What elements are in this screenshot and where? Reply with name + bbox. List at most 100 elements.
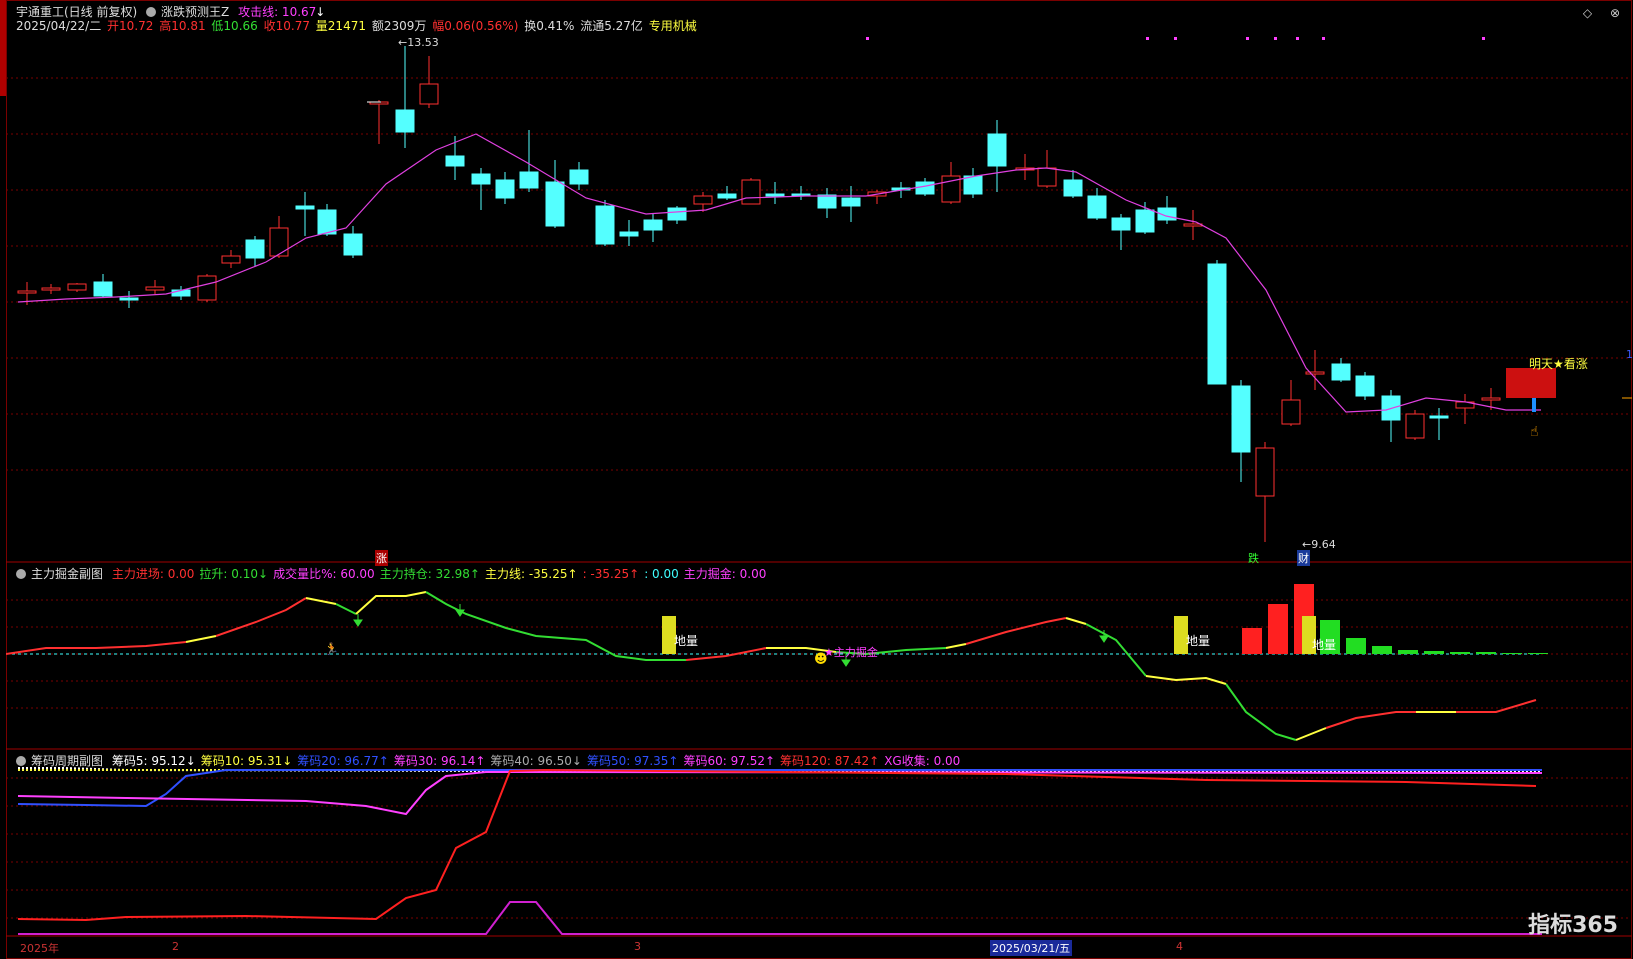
fall-signal-mark: 跌 bbox=[1248, 552, 1259, 565]
main-force-line-seg-5 bbox=[355, 591, 427, 615]
main-force-line-seg-0 bbox=[6, 641, 187, 655]
candle-body-43 bbox=[1087, 195, 1107, 219]
x-axis-label-apr: 4 bbox=[1176, 940, 1183, 953]
candle-body-42 bbox=[1063, 179, 1083, 197]
candle-body-20 bbox=[519, 171, 539, 189]
main-force-line-seg-6 bbox=[425, 591, 686, 661]
down-arrow-icon-0 bbox=[353, 614, 363, 627]
gear-icon[interactable] bbox=[146, 7, 157, 17]
candle-body-15 bbox=[395, 109, 415, 133]
candle-body-9 bbox=[245, 239, 265, 259]
panel3-title[interactable]: 筹码周期副图 bbox=[31, 754, 103, 768]
candle-body-57 bbox=[1429, 415, 1449, 419]
main-force-line-seg-2 bbox=[215, 597, 307, 637]
candle-body-5 bbox=[145, 286, 165, 291]
panel2-value-1: 拉升: 0.10↓ bbox=[199, 567, 269, 581]
down-arrow-icon-1 bbox=[455, 604, 465, 617]
candle-body-45 bbox=[1135, 209, 1155, 233]
candle-body-30 bbox=[765, 193, 785, 197]
panel2-header: 主力掘金副图 主力进场: 0.00 拉升: 0.10↓ 成交量比%: 60.00 主力… bbox=[16, 567, 776, 581]
volume-bar-8 bbox=[1450, 652, 1470, 654]
candle-body-21 bbox=[545, 181, 565, 227]
low-volume-label-3: 地量 bbox=[1312, 638, 1337, 652]
candle-body-28 bbox=[717, 193, 737, 199]
candle-body-2 bbox=[67, 283, 87, 291]
candle-body-12 bbox=[317, 209, 337, 235]
candle-body-49 bbox=[1231, 385, 1251, 453]
candle-body-17 bbox=[445, 155, 465, 167]
high-price-mark: ←13.53 bbox=[398, 36, 439, 49]
candle-body-50 bbox=[1255, 447, 1275, 497]
chart-border bbox=[6, 0, 1632, 959]
top-signal-dot-3 bbox=[1246, 37, 1249, 40]
quote-amount: 额2309万 bbox=[371, 19, 427, 33]
attack-line-value: 攻击线: 10.67 bbox=[238, 5, 317, 19]
panel2-value-2: 成交量比%: 60.00 bbox=[273, 567, 375, 581]
panel2-value-3: 主力持仓: 32.98↑ bbox=[379, 567, 480, 581]
top-signal-dot-6 bbox=[1322, 37, 1325, 40]
main-force-line-seg-19 bbox=[1456, 699, 1537, 713]
candle-body-4 bbox=[119, 297, 139, 301]
candle-body-3 bbox=[93, 281, 113, 297]
main-force-gold-label: ★主力掘金 bbox=[824, 646, 878, 659]
panel2-value-0: 主力进场: 0.00 bbox=[111, 567, 195, 581]
candle-body-53 bbox=[1331, 363, 1351, 381]
main-force-line-seg-14 bbox=[1145, 675, 1227, 685]
x-axis-label-feb: 2 bbox=[172, 940, 179, 953]
volume-bar-9 bbox=[1476, 652, 1496, 654]
panel3-value-1: 筹码10: 95.31↓ bbox=[200, 754, 293, 768]
stock-name[interactable]: 宇通重工(日线 前复权) bbox=[16, 5, 137, 19]
chip120-line bbox=[17, 768, 1537, 922]
panel3-value-2: 筹码20: 96.77↑ bbox=[297, 754, 389, 768]
tomorrow-forecast-block bbox=[1506, 368, 1556, 398]
panel3-values: 筹码5: 95.12↓ 筹码10: 95.31↓ 筹码20: 96.77↑ 筹码30:… bbox=[112, 754, 965, 768]
candle-body-13 bbox=[343, 233, 363, 256]
diamond-icon[interactable]: ◇ bbox=[1583, 6, 1592, 20]
panel2-value-4: 主力线: -35.25↑ bbox=[484, 567, 578, 581]
main-header-line1: 宇通重工(日线 前复权) 涨跌预测王Z 攻击线: 10.67↓ bbox=[16, 5, 330, 19]
indicator-name[interactable]: 涨跌预测王Z bbox=[161, 5, 229, 19]
candle-body-48 bbox=[1207, 263, 1227, 385]
main-force-line-seg-16 bbox=[1295, 727, 1327, 741]
main-header-line2: 2025/04/22/二 开10.72 高10.81 低10.66 收10.77… bbox=[16, 19, 702, 33]
panel3-value-0: 筹码5: 95.12↓ bbox=[111, 754, 196, 768]
right-edge-mark: 1 bbox=[1626, 348, 1633, 361]
quote-change: 幅0.06(0.56%) bbox=[432, 19, 519, 33]
panel2-value-6: : 0.00 bbox=[644, 567, 679, 581]
quote-float: 流通5.27亿 bbox=[580, 19, 643, 33]
panel2-title[interactable]: 主力掘金副图 bbox=[31, 567, 103, 581]
candle-body-59 bbox=[1481, 397, 1501, 401]
candle-body-29 bbox=[741, 179, 761, 205]
candle-body-0 bbox=[17, 290, 37, 294]
quote-sector[interactable]: 专用机械 bbox=[649, 19, 697, 33]
x-axis-label-mar: 3 bbox=[634, 940, 641, 953]
window-corner-buttons[interactable]: ◇ ⊗ bbox=[1583, 6, 1620, 20]
gear-icon[interactable] bbox=[16, 569, 26, 579]
smiley-icon: ☻ bbox=[814, 652, 828, 667]
top-signal-dot-2 bbox=[1174, 37, 1177, 40]
panel3-value-4: 筹码40: 96.50↓ bbox=[490, 754, 582, 768]
candle-body-41 bbox=[1037, 167, 1057, 187]
panel3-header: 筹码周期副图 筹码5: 95.12↓ 筹码10: 95.31↓ 筹码20: 96.7… bbox=[16, 754, 970, 768]
x-axis-label-year: 2025年 bbox=[20, 942, 59, 955]
panel3-value-6: 筹码60: 97.52↑ bbox=[683, 754, 776, 768]
volume-bar-10 bbox=[1502, 653, 1522, 654]
x-axis-cursor-date: 2025/03/21/五 bbox=[990, 940, 1073, 956]
candle-body-27 bbox=[693, 195, 713, 205]
candle-body-52 bbox=[1305, 371, 1325, 375]
candle-body-19 bbox=[495, 179, 515, 199]
panel2-values: 主力进场: 0.00 拉升: 0.10↓ 成交量比%: 60.00 主力持仓: 32.… bbox=[112, 567, 772, 581]
top-signal-dot-5 bbox=[1296, 37, 1299, 40]
quote-close: 收10.77 bbox=[263, 19, 310, 33]
top-signal-dot-7 bbox=[1482, 37, 1485, 40]
close-circle-icon[interactable]: ⊗ bbox=[1610, 6, 1620, 20]
chart-canvas bbox=[6, 0, 1632, 959]
gear-icon[interactable] bbox=[16, 756, 26, 766]
volume-bar-0 bbox=[1242, 628, 1262, 654]
low-volume-label-1: 地量 bbox=[674, 634, 699, 648]
panel2-value-5: : -35.25↑ bbox=[582, 567, 640, 581]
main-force-line-seg-4 bbox=[335, 603, 357, 615]
top-signal-dot-0 bbox=[866, 37, 869, 40]
candle-body-26 bbox=[667, 207, 687, 221]
brand-logo: 指标365 bbox=[1528, 913, 1618, 938]
